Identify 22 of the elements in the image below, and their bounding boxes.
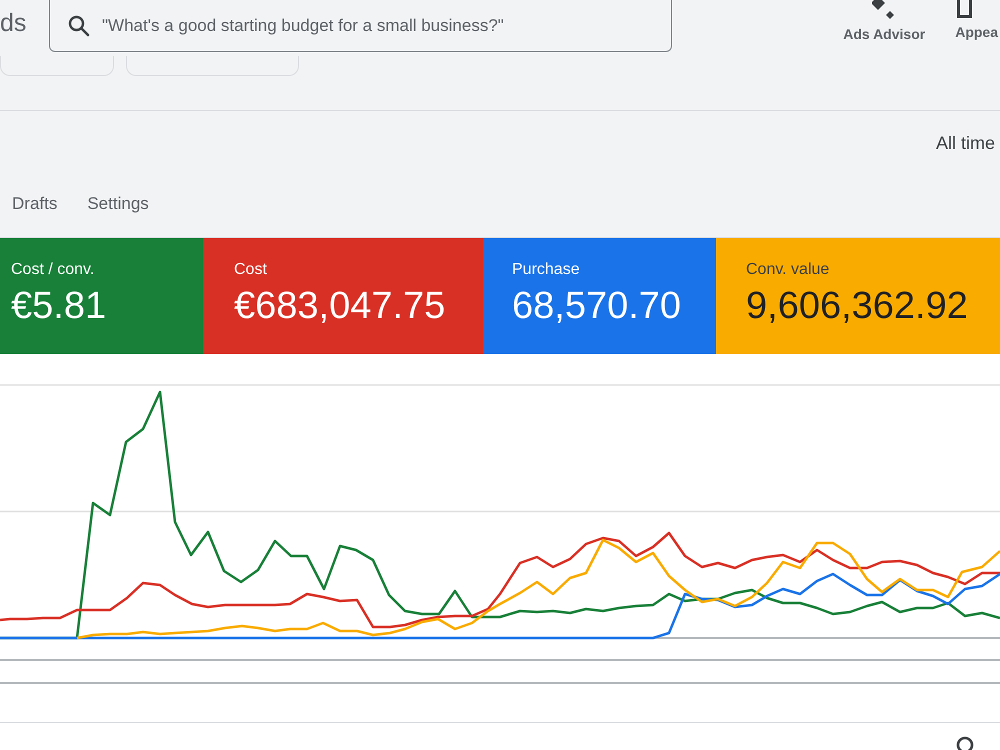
metric-card[interactable]: Cost €683,047.75 bbox=[203, 238, 483, 354]
metric-label: Cost / conv. bbox=[11, 260, 94, 280]
logo-text: ds bbox=[0, 8, 26, 38]
metric-label: Purchase bbox=[512, 260, 580, 280]
ads-advisor-button[interactable]: Ads Advisor bbox=[843, 0, 926, 44]
tab[interactable]: Settings bbox=[87, 192, 149, 218]
search-field[interactable]: "What's a good starting budget for a small business?" bbox=[49, 0, 672, 52]
metric-value: 9,606,362.92 bbox=[746, 284, 968, 328]
metric-label: Cost bbox=[234, 260, 267, 280]
metric-card[interactable]: Conv. value 9,606,362.92 bbox=[716, 238, 1000, 354]
tab[interactable]: Drafts bbox=[12, 192, 58, 218]
date-range-label[interactable]: All time bbox=[936, 131, 995, 155]
appearance-button[interactable]: Appea bbox=[955, 0, 998, 44]
metric-label: Conv. value bbox=[746, 260, 830, 280]
metric-card[interactable]: Purchase 68,570.70 bbox=[483, 238, 716, 354]
metric-value: €683,047.75 bbox=[234, 284, 446, 328]
diamond-sparkle-icon bbox=[872, 0, 896, 20]
panel-icon bbox=[957, 0, 972, 18]
metric-value: €5.81 bbox=[11, 284, 106, 328]
metric-value: 68,570.70 bbox=[512, 284, 682, 328]
metric-card[interactable]: Cost / conv. €5.81 bbox=[0, 238, 203, 354]
search-icon bbox=[67, 14, 91, 38]
